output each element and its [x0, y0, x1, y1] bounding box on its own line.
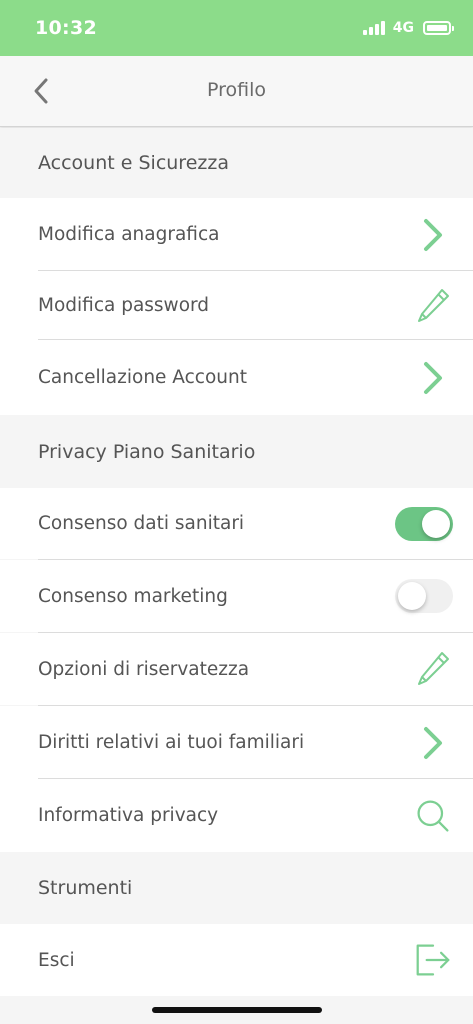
signal-icon [362, 21, 385, 35]
pencil-icon [415, 286, 451, 326]
row-diritti-familiari[interactable]: Diritti relativi ai tuoi familiari [0, 706, 473, 779]
status-time: 10:32 [35, 17, 97, 39]
row-consenso-dati-sanitari[interactable]: Consenso dati sanitari [0, 488, 473, 559]
row-opzioni-riservatezza[interactable]: Opzioni di riservatezza [0, 633, 473, 705]
battery-icon [423, 21, 454, 35]
nav-bar: Profilo [0, 56, 473, 127]
row-label: Modifica anagrafica [38, 224, 220, 245]
row-label: Informativa privacy [38, 805, 219, 826]
home-indicator [152, 1007, 322, 1013]
search-icon [415, 796, 451, 836]
row-cancellazione-account[interactable]: Cancellazione Account [0, 340, 473, 415]
status-indicators: 4G [362, 20, 454, 36]
network-type: 4G [392, 20, 414, 36]
row-consenso-marketing[interactable]: Consenso marketing [0, 560, 473, 632]
logout-icon [415, 940, 451, 980]
section-header-account: Account e Sicurezza [0, 128, 473, 198]
section-header-strumenti: Strumenti [0, 852, 473, 924]
consenso-dati-sanitari-toggle[interactable] [395, 506, 453, 541]
page-title: Profilo [206, 79, 266, 101]
chevron-right-icon [415, 723, 451, 763]
row-informativa-privacy[interactable]: Informativa privacy [0, 779, 473, 852]
row-label: Esci [38, 949, 75, 971]
consenso-marketing-toggle[interactable] [395, 579, 453, 613]
row-modifica-password[interactable]: Modifica password [0, 271, 473, 340]
row-label: Opzioni di riservatezza [38, 658, 250, 680]
section-header-privacy: Privacy Piano Sanitario [0, 415, 473, 488]
row-modifica-anagrafica[interactable]: Modifica anagrafica [0, 198, 473, 271]
row-label: Modifica password [38, 295, 210, 316]
row-esci[interactable]: Esci [0, 924, 473, 996]
chevron-right-icon [415, 358, 451, 398]
pencil-icon [415, 649, 451, 689]
row-label: Cancellazione Account [38, 367, 248, 388]
chevron-right-icon [415, 215, 451, 255]
row-label: Diritti relativi ai tuoi familiari [38, 732, 305, 753]
status-bar: 10:32 4G [0, 0, 473, 56]
